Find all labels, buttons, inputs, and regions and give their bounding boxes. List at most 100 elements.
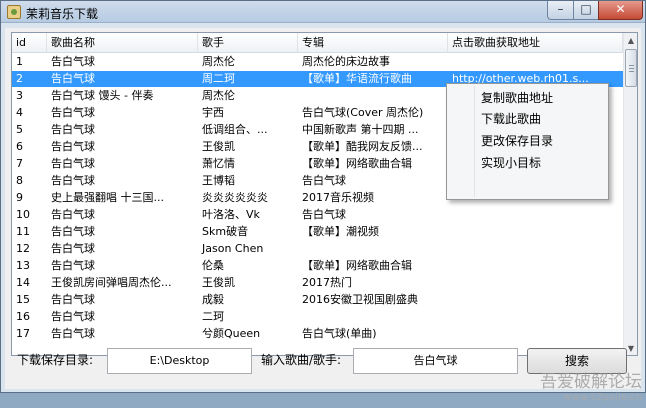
row-url bbox=[448, 207, 623, 223]
table-row[interactable]: 11 告白气球 Skm破音 【歌单】潮视频 bbox=[12, 224, 623, 240]
row-artist: 周杰伦 bbox=[202, 55, 235, 68]
table-row[interactable]: 15 告白气球 成毅 2016安徽卫视国剧盛典 bbox=[12, 292, 623, 308]
close-button[interactable]: ✕ bbox=[598, 1, 643, 20]
row-album bbox=[298, 309, 448, 325]
row-id: 16 bbox=[16, 310, 30, 323]
row-id: 8 bbox=[16, 174, 23, 187]
row-artist: 成毅 bbox=[202, 293, 224, 306]
row-album: 周杰伦的床边故事 bbox=[302, 55, 390, 68]
row-song: 王俊凯房间弹唱周杰伦... bbox=[51, 276, 172, 289]
watermark-text: 吾爱破解论坛 bbox=[540, 372, 642, 392]
row-song: 告白气球 bbox=[51, 327, 95, 340]
column-header-album[interactable]: 专辑 bbox=[298, 33, 448, 53]
column-header-artist[interactable]: 歌手 bbox=[198, 33, 298, 53]
table-row[interactable]: 13 告白气球 伦桑 【歌单】网络歌曲合辑 bbox=[12, 258, 623, 274]
scroll-thumb[interactable] bbox=[625, 49, 637, 87]
row-artist: 低调组合、... bbox=[202, 123, 268, 136]
row-album: 2017音乐视频 bbox=[302, 191, 374, 204]
row-song: 告白气球 bbox=[51, 72, 95, 85]
title-bar[interactable]: 茉莉音乐下载 – □ ✕ bbox=[1, 1, 645, 23]
row-id: 7 bbox=[16, 157, 23, 170]
row-url bbox=[448, 54, 623, 70]
grip-line bbox=[629, 71, 634, 72]
table-row[interactable]: 16 告白气球 二珂 bbox=[12, 309, 623, 325]
app-window: 茉莉音乐下载 – □ ✕ id 歌曲名称 歌手 专辑 点击歌曲获取地址 1 告白气… bbox=[0, 0, 646, 403]
row-id: 11 bbox=[16, 225, 30, 238]
row-artist: 周杰伦 bbox=[202, 89, 235, 102]
row-song: 告白气球 bbox=[51, 242, 95, 255]
row-id: 10 bbox=[16, 208, 30, 221]
row-song: 告白气球 bbox=[51, 293, 95, 306]
row-artist: 萧忆情 bbox=[202, 157, 235, 170]
search-input[interactable]: 告白气球 bbox=[353, 348, 518, 374]
table-row[interactable]: 14 王俊凯房间弹唱周杰伦... 王俊凯 2017热门 bbox=[12, 275, 623, 291]
row-song: 告白气球 bbox=[51, 55, 95, 68]
vertical-scrollbar[interactable]: ▲ ▼ bbox=[623, 33, 637, 355]
row-url bbox=[448, 309, 623, 325]
save-dir-field[interactable]: E:\Desktop bbox=[107, 348, 252, 374]
row-url bbox=[448, 292, 623, 308]
row-album bbox=[298, 88, 448, 104]
menu-item-small-goal[interactable]: 实现小目标 bbox=[481, 153, 541, 173]
menu-item-copy-url[interactable]: 复制歌曲地址 bbox=[481, 88, 553, 108]
minimize-button[interactable]: – bbox=[547, 1, 574, 20]
row-artist: Skm破音 bbox=[202, 225, 249, 238]
column-header-url[interactable]: 点击歌曲获取地址 bbox=[448, 33, 623, 53]
menu-gutter bbox=[474, 86, 475, 197]
row-song: 告白气球 bbox=[51, 225, 95, 238]
scroll-up-arrow-icon[interactable]: ▲ bbox=[624, 33, 637, 48]
row-album: 告白气球(单曲) bbox=[302, 327, 377, 340]
row-artist: 叶洛洛、Vk bbox=[202, 208, 260, 221]
window-title: 茉莉音乐下载 bbox=[26, 7, 99, 21]
row-url bbox=[448, 241, 623, 257]
app-logo-icon bbox=[7, 5, 21, 19]
row-album: 告白气球 bbox=[302, 208, 346, 221]
row-album: 2016安徽卫视国剧盛典 bbox=[302, 293, 418, 306]
row-id: 1 bbox=[16, 55, 23, 68]
table-row[interactable]: 17 告白气球 兮颜Queen 告白气球(单曲) bbox=[12, 326, 623, 342]
row-artist: 周二珂 bbox=[202, 72, 235, 85]
maximize-button[interactable]: □ bbox=[573, 1, 599, 20]
row-id: 4 bbox=[16, 106, 23, 119]
row-song: 告白气球 bbox=[51, 259, 95, 272]
row-song: 告白气球 bbox=[51, 174, 95, 187]
menu-item-download[interactable]: 下载此歌曲 bbox=[481, 109, 541, 129]
row-artist: 伦桑 bbox=[202, 259, 224, 272]
row-song: 告白气球 bbox=[51, 310, 95, 323]
row-song: 告白气球 bbox=[51, 140, 95, 153]
row-song: 告白气球 bbox=[51, 157, 95, 170]
table-row[interactable]: 10 告白气球 叶洛洛、Vk 告白气球 bbox=[12, 207, 623, 223]
row-id: 17 bbox=[16, 327, 30, 340]
row-id: 12 bbox=[16, 242, 30, 255]
row-id: 5 bbox=[16, 123, 23, 136]
row-id: 9 bbox=[16, 191, 23, 204]
row-song: 告白气球 bbox=[51, 106, 95, 119]
row-album: 【歌单】酷我网友反馈... bbox=[302, 140, 423, 153]
row-album: 【歌单】华语流行歌曲 bbox=[302, 72, 412, 85]
row-id: 6 bbox=[16, 140, 23, 153]
row-song: 告白气球 bbox=[51, 123, 95, 136]
row-artist: 王俊凯 bbox=[202, 276, 235, 289]
table-row[interactable]: 12 告白气球 Jason Chen bbox=[12, 241, 623, 257]
column-header-id[interactable]: id bbox=[12, 33, 47, 53]
row-song: 告白气球 bbox=[51, 208, 95, 221]
row-id: 14 bbox=[16, 276, 30, 289]
row-id: 13 bbox=[16, 259, 30, 272]
column-header-song[interactable]: 歌曲名称 bbox=[47, 33, 198, 53]
row-url bbox=[448, 224, 623, 240]
grip-line bbox=[629, 68, 634, 69]
row-album: 【歌单】网络歌曲合辑 bbox=[302, 157, 412, 170]
row-artist: 兮颜Queen bbox=[202, 327, 261, 340]
search-button[interactable]: 搜索 bbox=[527, 348, 627, 374]
save-dir-label: 下载保存目录: bbox=[17, 353, 94, 367]
table-row[interactable]: 1 告白气球 周杰伦 周杰伦的床边故事 bbox=[12, 54, 623, 70]
row-album bbox=[298, 241, 448, 257]
row-artist: 二珂 bbox=[202, 310, 224, 323]
row-song: 告白气球 馒头 - 伴奏 bbox=[51, 89, 154, 102]
list-header: id 歌曲名称 歌手 专辑 点击歌曲获取地址 bbox=[12, 33, 623, 53]
row-id: 2 bbox=[16, 72, 23, 85]
context-menu: 复制歌曲地址 下载此歌曲 更改保存目录 实现小目标 bbox=[446, 83, 609, 200]
row-id: 15 bbox=[16, 293, 30, 306]
menu-item-change-dir[interactable]: 更改保存目录 bbox=[481, 131, 553, 151]
row-album: 告白气球 bbox=[302, 174, 346, 187]
